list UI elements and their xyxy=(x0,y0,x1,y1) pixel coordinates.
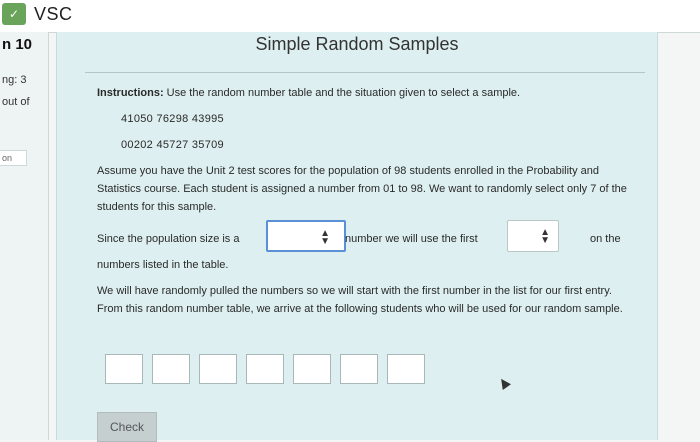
fill-in-sentence: Since the population size is a ▲ ▼ number… xyxy=(97,220,627,256)
mouse-cursor-icon xyxy=(497,376,511,390)
app-name: VSC xyxy=(34,4,73,24)
scenario-text: Assume you have the Unit 2 test scores f… xyxy=(97,165,627,213)
sidebar-bottom-button[interactable]: on xyxy=(0,150,27,166)
sentence-part-3: on the xyxy=(590,233,621,245)
app-logo-icon: ✓ xyxy=(2,3,26,25)
instructions: Instructions: Use the random number tabl… xyxy=(97,84,627,102)
sidebar-out-of-label: out of xyxy=(2,96,30,108)
answer-box-2[interactable] xyxy=(152,354,190,384)
instructions-label: Instructions: xyxy=(97,87,164,99)
question-panel: Simple Random Samples Instructions: Use … xyxy=(56,32,658,442)
sentence-part-2: number we will use the first xyxy=(345,233,478,245)
paragraph-2: We will have randomly pulled the numbers… xyxy=(97,285,623,315)
sentence-part-1: Since the population size is a xyxy=(97,233,240,245)
sentence-part-4: numbers listed in the table. xyxy=(97,259,229,271)
answer-box-7[interactable] xyxy=(387,354,425,384)
dropdown-arrows-icon: ▲ ▼ xyxy=(540,227,550,246)
answer-box-4[interactable] xyxy=(246,354,284,384)
answer-box-5[interactable] xyxy=(293,354,331,384)
sidebar-top-label: n 10 xyxy=(2,36,33,53)
instructions-text: Use the random number table and the situ… xyxy=(163,87,521,99)
digit-count-dropdown[interactable]: ▲ ▼ xyxy=(507,220,559,252)
sidebar-score-label: ng: 3 xyxy=(2,74,27,86)
answer-box-1[interactable] xyxy=(105,354,143,384)
answer-box-3[interactable] xyxy=(199,354,237,384)
random-row-2: 00202 45727 35709 xyxy=(121,139,224,151)
check-button[interactable]: Check xyxy=(97,412,157,442)
app-header: ✓ VSC xyxy=(0,0,700,33)
population-type-dropdown[interactable]: ▲ ▼ xyxy=(266,220,346,252)
question-content: Instructions: Use the random number tabl… xyxy=(97,84,627,318)
title-divider xyxy=(85,72,645,73)
random-row-1: 41050 76298 43995 xyxy=(121,113,224,125)
page-title: Simple Random Samples xyxy=(255,34,459,54)
answer-box-6[interactable] xyxy=(340,354,378,384)
dropdown-arrows-icon: ▲ ▼ xyxy=(320,228,330,247)
sidebar: n 10 ng: 3 out of on xyxy=(0,32,49,440)
